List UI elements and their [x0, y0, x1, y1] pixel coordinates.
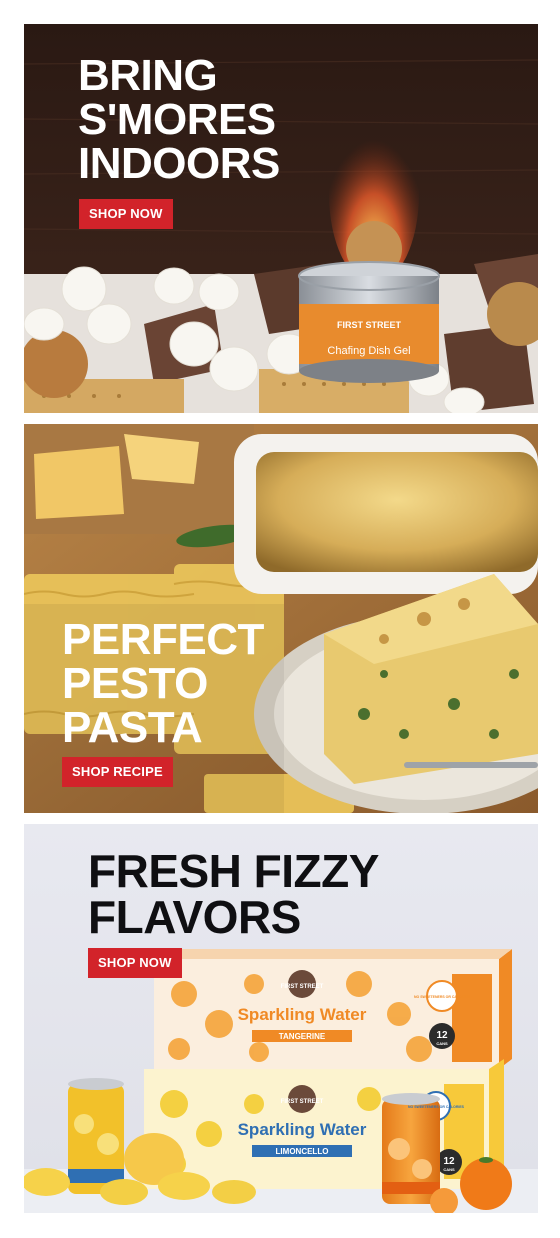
limoncello-box-title: Sparkling Water	[238, 1120, 367, 1139]
pesto-pasta-banner[interactable]: PERFECT PESTO PASTA SHOP RECIPE	[24, 424, 538, 813]
limoncello-box-badge: NO SWEETENERS OR CALORIES	[408, 1105, 465, 1109]
can-label-text: Chafing Dish Gel	[327, 345, 410, 357]
limoncello-box-count-unit: CANS	[443, 1167, 455, 1172]
tangerine-box-flavor: TANGERINE	[279, 1032, 326, 1041]
pesto-pasta-headline: PERFECT PESTO PASTA	[62, 615, 264, 752]
smores-banner[interactable]: FIRST STREET Chafing Dish Gel BRING S'MO…	[24, 24, 538, 413]
tangerine-box-brand: FIRST STREET	[281, 984, 324, 990]
limoncello-box-count: 12	[443, 1156, 455, 1167]
sparkling-water-banner[interactable]: FIRST STREET Sparkling Water TANGERINE N…	[24, 824, 538, 1213]
limoncello-box-brand: FIRST STREET	[281, 1099, 324, 1105]
shop-now-button[interactable]: SHOP NOW	[88, 948, 182, 978]
promo-page: FIRST STREET Chafing Dish Gel BRING S'MO…	[0, 0, 560, 1238]
shop-now-button[interactable]: SHOP NOW	[79, 199, 173, 229]
shop-recipe-button[interactable]: SHOP RECIPE	[62, 757, 173, 787]
limoncello-box-flavor: LIMONCELLO	[276, 1147, 329, 1156]
tangerine-box-badge: NO SWEETENERS OR CALORIES	[414, 995, 471, 999]
fresh-fizzy-headline: FRESH FIZZY FLAVORS	[88, 845, 379, 943]
smores-headline: BRING S'MORES INDOORS	[78, 51, 280, 188]
can-brand-text: FIRST STREET	[337, 320, 402, 330]
tangerine-box-count-unit: CANS	[436, 1041, 448, 1046]
tangerine-box-count: 12	[436, 1030, 448, 1041]
tangerine-box-title: Sparkling Water	[238, 1005, 367, 1024]
